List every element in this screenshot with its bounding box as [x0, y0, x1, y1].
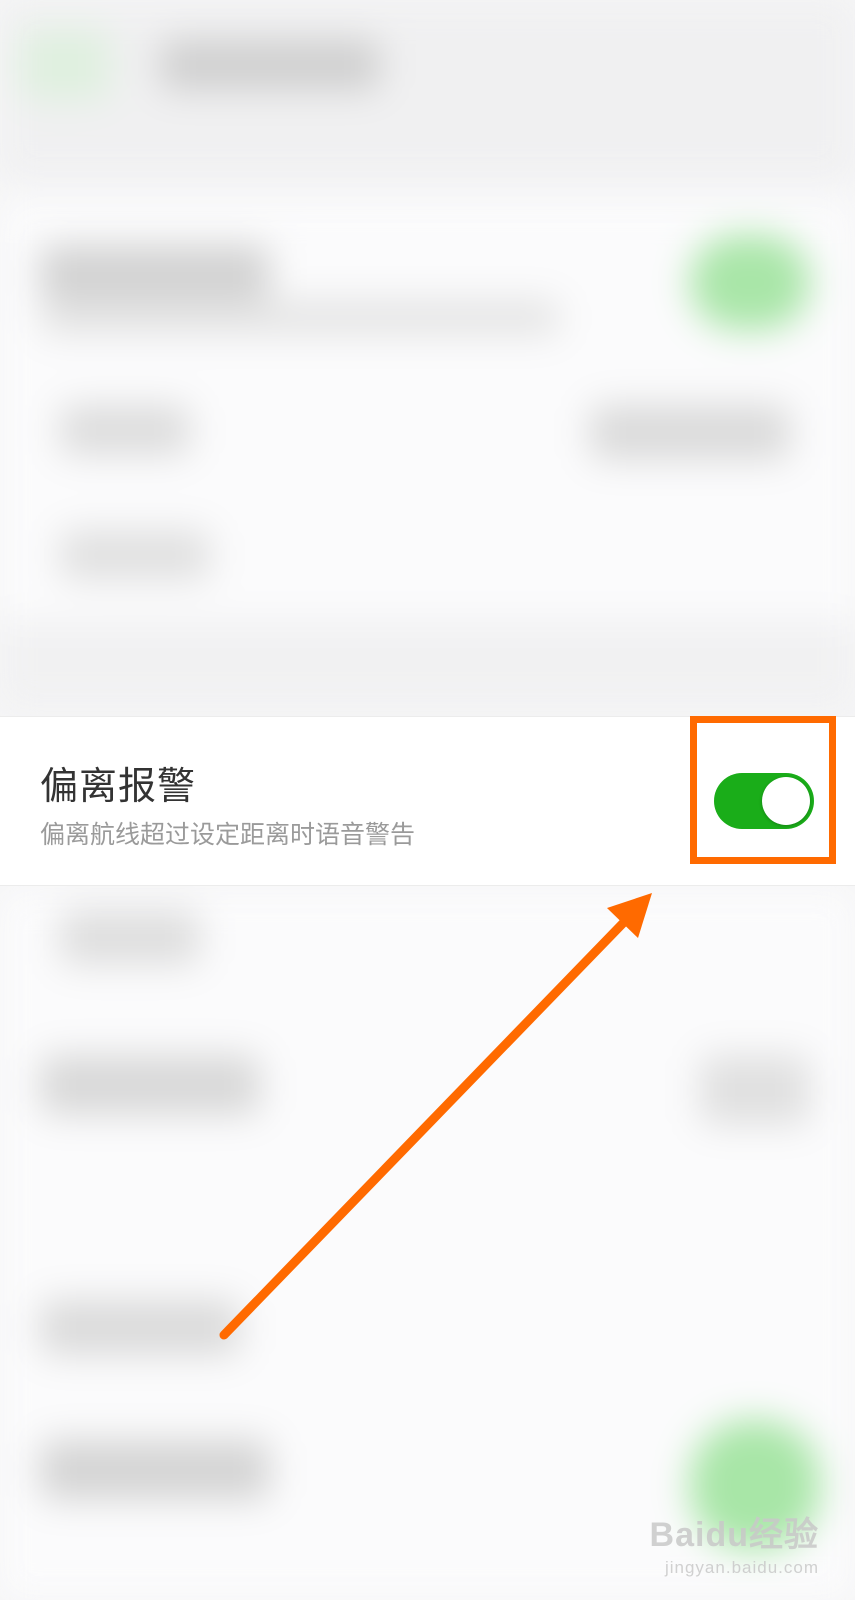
blurred-row-label: [60, 405, 190, 455]
blurred-title: [160, 40, 380, 90]
blurred-row-value: [590, 405, 790, 460]
blurred-row-title: [40, 245, 270, 300]
watermark-url: jingyan.baidu.com: [664, 1558, 819, 1577]
blurred-row-label: [60, 530, 210, 580]
group-separator: [0, 620, 855, 710]
deviation-alarm-description: 偏离航线超过设定距离时语音警告: [40, 820, 416, 849]
blurred-row-title: [40, 1300, 240, 1355]
deviation-alarm-title: 偏离报警: [40, 764, 197, 808]
blurred-toggle: [690, 235, 810, 330]
blurred-row-title: [40, 1440, 270, 1500]
blurred-row-value: [700, 1055, 810, 1125]
blurred-back-icon: [20, 30, 110, 100]
blurred-row-label: [60, 910, 200, 965]
header-band: [0, 0, 855, 180]
blurred-row-title: [40, 1055, 260, 1115]
blurred-row-desc: [40, 300, 560, 335]
watermark: Baidu经验 jingyan.baidu.com: [650, 1507, 819, 1578]
watermark-logo: Baidu经验: [649, 1516, 819, 1554]
annotation-highlight-box: [690, 716, 836, 864]
